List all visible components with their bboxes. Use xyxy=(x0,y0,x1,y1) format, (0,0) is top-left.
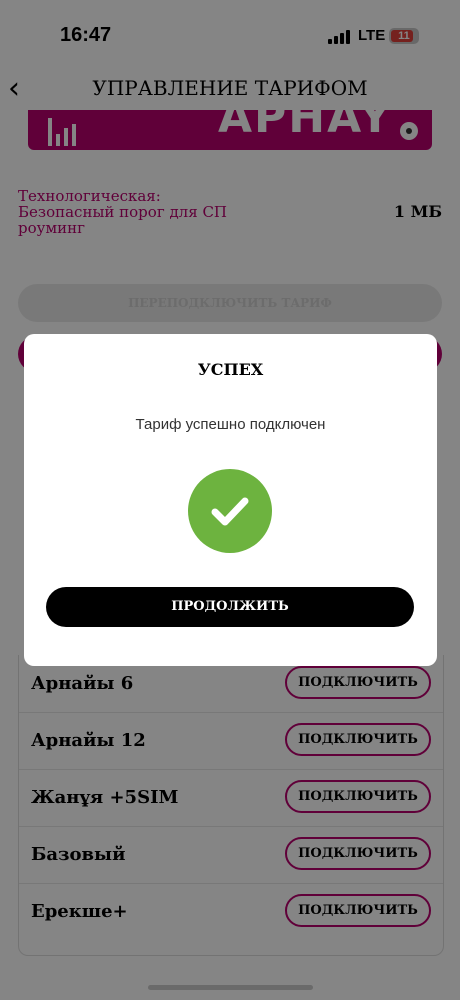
dialog-message: Тариф успешно подключен xyxy=(135,416,326,433)
continue-button[interactable]: ПРОДОЛЖИТЬ xyxy=(46,587,414,627)
home-indicator[interactable] xyxy=(148,985,313,990)
success-dialog: УСПЕХ Тариф успешно подключен ПРОДОЛЖИТЬ xyxy=(24,334,437,666)
check-circle-icon xyxy=(188,469,272,553)
tariff-management-screen: 16:47 LTE 11 ‹ УПРАВЛЕНИЕ ТАРИФОМ APHAY … xyxy=(0,0,460,1000)
dialog-title: УСПЕХ xyxy=(197,360,264,379)
